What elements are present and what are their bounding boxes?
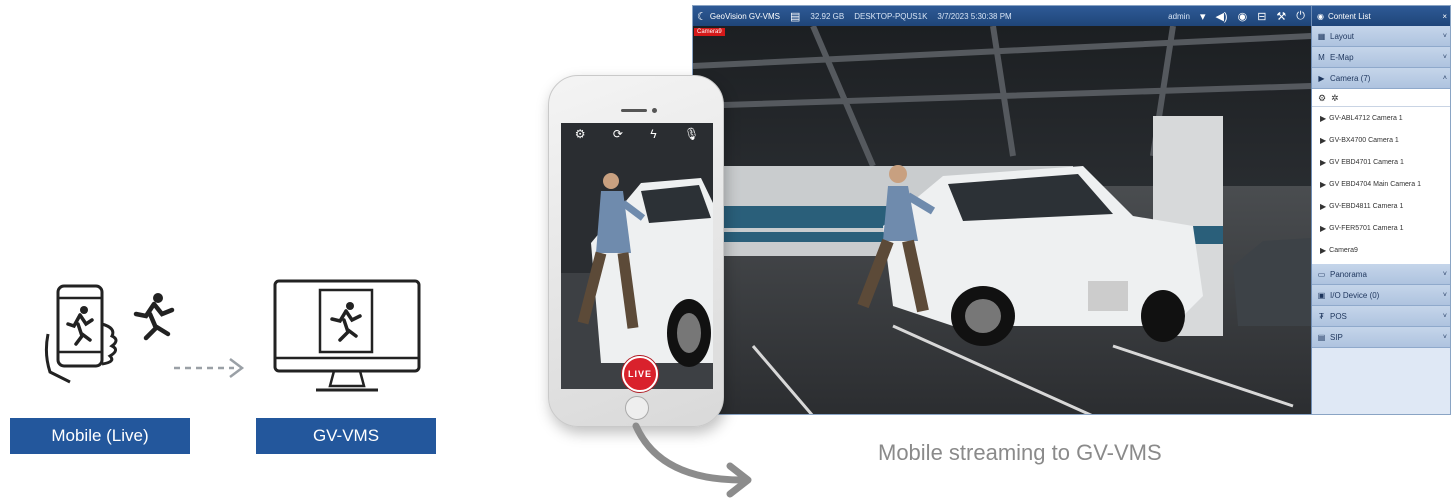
camera-item[interactable]: ▶ GV-ABL4712 Camera 1 xyxy=(1312,107,1450,129)
chevron-down-icon: ˅ xyxy=(1442,32,1447,40)
io-icon: ▣ xyxy=(1317,290,1326,300)
sip-icon: ▤ xyxy=(1317,332,1326,342)
content-list-icon: ◉ xyxy=(1317,11,1324,21)
section-label: SIP xyxy=(1330,332,1343,342)
pos-icon: ₮ xyxy=(1319,311,1324,321)
chevron-down-icon[interactable]: ▾ xyxy=(1200,10,1206,23)
switch-camera-icon[interactable]: ⟳ xyxy=(613,127,623,141)
live-video-view[interactable] xyxy=(693,26,1311,415)
section-label: I/O Device (0) xyxy=(1330,290,1380,300)
camera-item[interactable]: ▶ GV-FER5701 Camera 1 xyxy=(1312,217,1450,239)
chevron-down-icon: ˅ xyxy=(1442,312,1447,320)
camera-item-label: GV-FER5701 Camera 1 xyxy=(1329,224,1404,232)
section-layout[interactable]: ▦ Layout ˅ xyxy=(1312,26,1450,47)
camera-item[interactable]: ▶ GV EBD4701 Camera 1 xyxy=(1312,151,1450,173)
section-label: E-Map xyxy=(1330,52,1354,62)
section-pos[interactable]: ₮ POS ˅ xyxy=(1312,306,1450,327)
disk-icon: ▤ xyxy=(789,10,801,23)
camera-icon: ▶ xyxy=(1320,201,1327,211)
section-sip[interactable]: ▤ SIP ˅ xyxy=(1312,327,1450,348)
section-label: Layout xyxy=(1330,31,1355,41)
phone-live-video xyxy=(561,123,713,389)
camera-item-label: GV-BX4700 Camera 1 xyxy=(1329,136,1399,144)
camera-icon: ▶ xyxy=(1320,157,1327,167)
vms-topbar: ☾ GeoVision GV-VMS ▤ 32.92 GB DESKTOP-PQ… xyxy=(693,6,1311,26)
vms-brand-text: GeoVision GV-VMS xyxy=(709,11,780,21)
section-camera[interactable]: ▶ Camera (7) ˄ xyxy=(1312,68,1450,89)
mobile-live-label: Mobile (Live) xyxy=(10,418,190,454)
chevron-down-icon: ˅ xyxy=(1442,291,1447,299)
camera-list: ⚙ ✲ ▶ GV-ABL4712 Camera 1 ▶ GV-BX4700 Came… xyxy=(1312,89,1450,264)
camera-item[interactable]: ▶ GV-BX4700 Camera 1 xyxy=(1312,129,1450,151)
camera-item-label: GV EBD4701 Camera 1 xyxy=(1329,158,1404,166)
flash-icon[interactable]: ϟ xyxy=(650,127,656,141)
gear-icon[interactable]: ⚙ xyxy=(1318,93,1326,104)
section-label: POS xyxy=(1330,311,1347,321)
runner-icon xyxy=(133,293,175,341)
section-io-device[interactable]: ▣ I/O Device (0) ˅ xyxy=(1312,285,1450,306)
camera-icon: ▶ xyxy=(1318,73,1325,83)
camera-item-label: Camera9 xyxy=(1329,246,1358,254)
phone-camera xyxy=(652,108,657,113)
content-list-header: ◉ Content List × xyxy=(1312,6,1450,26)
gv-vms-label: GV-VMS xyxy=(256,418,436,454)
chevron-down-icon: ˅ xyxy=(1442,270,1447,278)
camera-item[interactable]: ▶ GV EBD4704 Main Camera 1 xyxy=(1312,173,1450,195)
phone-toolbar: ⚙ ⟳ ϟ 🎙 xyxy=(561,123,713,145)
view-icon[interactable]: ◉ xyxy=(1238,10,1248,23)
vms-brand: ☾ GeoVision GV-VMS xyxy=(697,10,780,23)
home-button[interactable] xyxy=(625,396,649,420)
phone-screen: ⚙ ⟳ ϟ 🎙 xyxy=(561,123,713,389)
close-icon[interactable]: × xyxy=(1442,12,1447,21)
user-menu[interactable]: admin xyxy=(1168,12,1190,21)
vms-window: ☾ GeoVision GV-VMS ▤ 32.92 GB DESKTOP-PQ… xyxy=(692,5,1451,415)
layout-icon: ▦ xyxy=(1317,31,1326,41)
chevron-up-icon: ˄ xyxy=(1442,74,1447,82)
tools-icon[interactable]: ⚒ xyxy=(1276,10,1286,23)
geovision-logo-icon: ☾ xyxy=(697,10,707,23)
phone-speaker xyxy=(621,109,647,112)
camera-item[interactable]: ▶ Camera9 xyxy=(1312,239,1450,261)
section-label: Camera (7) xyxy=(1330,73,1371,83)
camera-icon: ▶ xyxy=(1320,179,1327,189)
camera-icon: ▶ xyxy=(1320,135,1327,145)
microphone-icon[interactable]: 🎙 xyxy=(684,127,699,141)
gear-icon[interactable]: ⚙ xyxy=(575,127,586,141)
disk-space: 32.92 GB xyxy=(810,11,845,21)
panel-empty-area xyxy=(1312,348,1450,408)
chevron-down-icon: ˅ xyxy=(1442,333,1447,341)
topbar-controls: admin ▾ ◀) ◉ ⊟ ⚒ ⏻ xyxy=(1168,10,1311,23)
section-emap[interactable]: M E-Map ˅ xyxy=(1312,47,1450,68)
content-list-panel: ◉ Content List × ▦ Layout ˅ M E-Map ˅ ▶ … xyxy=(1311,6,1450,414)
section-label: Panorama xyxy=(1330,269,1367,279)
camera-tools: ⚙ ✲ xyxy=(1312,91,1450,107)
date-time: 3/7/2023 5:30:38 PM xyxy=(937,11,1012,21)
settings-icon[interactable]: ✲ xyxy=(1331,93,1339,104)
dashed-arrow-icon xyxy=(174,358,245,378)
camera-item-label: GV-EBD4811 Camera 1 xyxy=(1329,202,1404,210)
power-icon[interactable]: ⏻ xyxy=(1296,10,1305,23)
host-name: DESKTOP-PQUS1K xyxy=(854,11,928,21)
chevron-down-icon: ˅ xyxy=(1442,53,1447,61)
panorama-icon: ▭ xyxy=(1317,269,1326,279)
volume-icon[interactable]: ◀) xyxy=(1215,10,1227,23)
caption: Mobile streaming to GV-VMS xyxy=(878,440,1162,465)
section-panorama[interactable]: ▭ Panorama ˅ xyxy=(1312,264,1450,285)
camera-icon: ▶ xyxy=(1320,223,1327,233)
map-icon: M xyxy=(1318,52,1325,62)
live-button[interactable]: LIVE xyxy=(622,356,658,392)
monitor-icon xyxy=(273,279,421,392)
curved-arrow-icon xyxy=(632,422,752,498)
content-list-title: Content List xyxy=(1327,11,1371,21)
camera-icon: ▶ xyxy=(1320,245,1327,255)
camera-item-label: GV-ABL4712 Camera 1 xyxy=(1329,114,1403,122)
mobile-hand-icon xyxy=(44,284,118,384)
camera-icon: ▶ xyxy=(1320,113,1327,123)
layout-grid-icon[interactable]: ⊟ xyxy=(1257,10,1266,23)
camera-tag: Camera9 xyxy=(694,28,725,36)
camera-item[interactable]: ▶ GV-EBD4811 Camera 1 xyxy=(1312,195,1450,217)
camera-item-label: GV EBD4704 Main Camera 1 xyxy=(1329,180,1421,188)
